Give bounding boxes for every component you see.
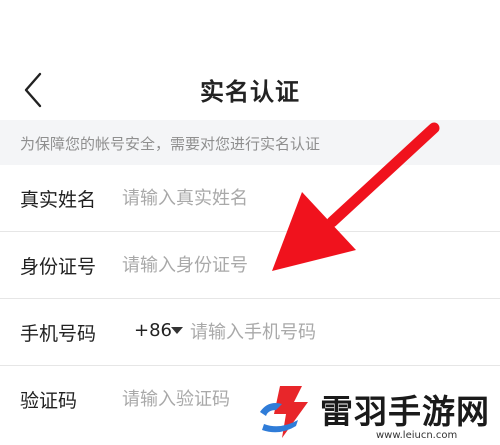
watermark: 雷羽手游网 www.leiucn.com: [254, 380, 500, 445]
notice-banner: 为保障您的帐号安全，需要对您进行实名认证: [0, 120, 500, 165]
verify-code-label: 验证码: [20, 390, 78, 412]
notice-text: 为保障您的帐号安全，需要对您进行实名认证: [20, 135, 321, 153]
phone-input[interactable]: [190, 314, 470, 350]
page-title: 实名认证: [200, 78, 300, 106]
country-code-select[interactable]: +86: [134, 320, 172, 341]
watermark-url: www.leiucn.com: [376, 430, 458, 441]
phone-label: 手机号码: [20, 323, 97, 345]
watermark-name: 雷羽手游网: [320, 392, 490, 431]
caret-down-icon[interactable]: [171, 327, 183, 334]
lightning-logo-icon: [260, 386, 308, 438]
name-input[interactable]: [122, 180, 422, 216]
form-row-id: 身份证号: [0, 232, 500, 299]
top-bar: 实名认证: [0, 0, 500, 120]
id-number-input[interactable]: [122, 247, 422, 283]
name-label: 真实姓名: [20, 189, 97, 211]
form-row-phone: 手机号码 +86: [0, 299, 500, 366]
form-row-name: 真实姓名: [0, 165, 500, 232]
id-number-label: 身份证号: [20, 256, 97, 278]
